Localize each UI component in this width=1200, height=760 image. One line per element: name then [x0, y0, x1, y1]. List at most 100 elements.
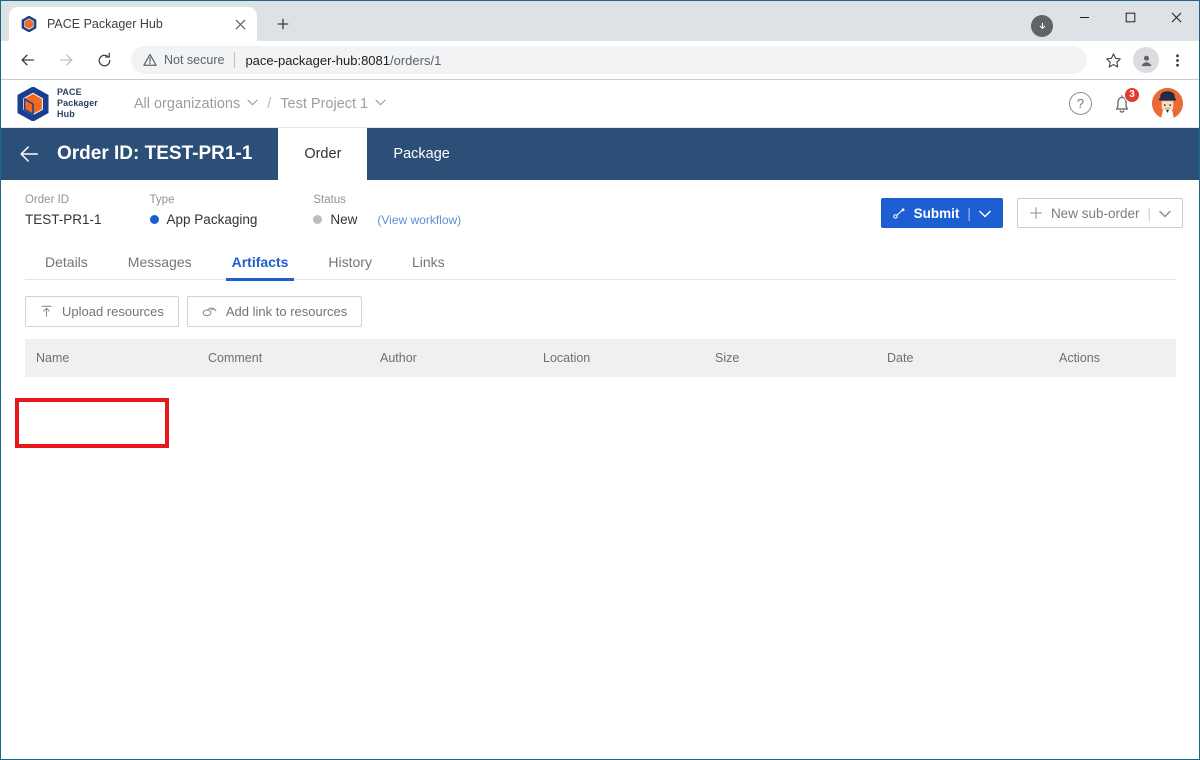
tab-package[interactable]: Package [367, 128, 475, 180]
browser-tab-title: PACE Packager Hub [47, 17, 163, 31]
chevron-down-icon[interactable] [1159, 206, 1171, 221]
tab-messages[interactable]: Messages [108, 244, 212, 280]
tab-artifacts[interactable]: Artifacts [212, 244, 309, 281]
breadcrumb: All organizations / Test Project 1 [134, 96, 386, 112]
table-header-row: Name Comment Author Location Size Date A… [25, 339, 1176, 377]
upload-arrow-icon [40, 305, 53, 318]
breadcrumb-separator: / [267, 95, 272, 112]
meta-status: Status New [313, 194, 357, 227]
add-link-to-resources-button[interactable]: Add link to resources [186, 296, 363, 327]
minimize-icon[interactable] [1061, 1, 1107, 33]
brand-wordmark: PACE Packager Hub [57, 87, 98, 120]
tab-links[interactable]: Links [392, 244, 465, 280]
browser-window: PACE Packager Hub Not secure pace-packag… [0, 0, 1200, 760]
column-header-location: Location [543, 351, 591, 365]
bell-icon[interactable]: 3 [1110, 86, 1140, 116]
new-suborder-label: New sub-order [1050, 205, 1140, 221]
tab-details[interactable]: Details [25, 244, 108, 280]
meta-type-label: Type [149, 194, 175, 206]
add-link-label: Add link to resources [225, 304, 348, 319]
notification-badge: 3 [1124, 86, 1140, 103]
app-logo[interactable]: PACE Packager Hub [17, 85, 98, 122]
browser-toolbar: Not secure pace-packager-hub:8081/orders… [1, 41, 1199, 80]
meta-status-label: Status [313, 194, 346, 206]
page-title: Order ID: TEST-PR1-1 [57, 143, 253, 164]
pace-cube-logo [17, 85, 49, 122]
three-dots-icon[interactable] [1163, 46, 1191, 74]
brand-line-3: Hub [57, 108, 75, 119]
header-actions: ? 3 [1069, 86, 1183, 119]
workflow-branch-icon [892, 207, 906, 220]
url-path: /orders/1 [390, 52, 442, 68]
meta-type-value-wrap: App Packaging [149, 212, 258, 227]
column-header-comment: Comment [208, 351, 263, 365]
breadcrumb-organization-label: All organizations [133, 95, 241, 112]
new-suborder-separator: | [1147, 205, 1151, 221]
address-bar[interactable]: Not secure pace-packager-hub:8081/orders… [131, 46, 1087, 74]
meta-type-value: App Packaging [166, 212, 258, 227]
pace-cube-icon [21, 15, 37, 33]
breadcrumb-organization[interactable]: All organizations [134, 96, 258, 112]
arrow-right-icon [51, 45, 81, 75]
chevron-down-icon [375, 98, 386, 109]
artifacts-table: Name Comment Author Location Size Date A… [25, 339, 1176, 417]
column-header-name: Name [36, 351, 70, 365]
upload-resources-button[interactable]: Upload resources [25, 296, 179, 327]
plus-icon[interactable] [269, 10, 297, 38]
submit-label: Submit [913, 205, 960, 221]
account-icon[interactable] [1133, 47, 1159, 73]
plus-icon [1029, 206, 1043, 220]
status-dot [313, 215, 323, 224]
window-close-icon[interactable] [1153, 1, 1199, 33]
meta-status-value-wrap: New [313, 212, 357, 227]
tab-history[interactable]: History [308, 244, 392, 280]
url-host: pace-packager-hub:8081 [245, 52, 391, 68]
column-header-size: Size [715, 351, 740, 365]
url-text: pace-packager-hub:8081/orders/1 [245, 53, 441, 68]
maximize-icon[interactable] [1107, 1, 1153, 33]
browser-tab[interactable]: PACE Packager Hub [9, 7, 257, 41]
arrow-left-icon[interactable] [1, 128, 57, 180]
chevron-down-icon [247, 98, 258, 109]
link-chain-icon [202, 306, 217, 318]
order-meta: Order ID TEST-PR1-1 Type App Packaging S… [1, 180, 1199, 228]
user-avatar[interactable] [1152, 88, 1183, 119]
close-icon[interactable] [231, 15, 249, 33]
brand-line-1: PACE [57, 87, 82, 98]
column-header-date: Date [887, 351, 914, 365]
order-action-buttons: Submit | New sub-order | [880, 194, 1183, 228]
view-workflow-link[interactable]: (View workflow) [377, 213, 461, 228]
meta-order-id: Order ID TEST-PR1-1 [25, 194, 102, 227]
type-status-dot [149, 215, 159, 224]
upload-resources-label: Upload resources [62, 304, 164, 319]
new-suborder-button[interactable]: New sub-order | [1016, 198, 1183, 228]
window-controls [1061, 1, 1199, 33]
reload-icon[interactable] [89, 45, 119, 75]
browser-tab-strip: PACE Packager Hub [1, 1, 1199, 41]
arrow-left-icon[interactable] [13, 45, 43, 75]
breadcrumb-project[interactable]: Test Project 1 [280, 96, 386, 112]
star-icon[interactable] [1099, 46, 1127, 74]
order-sub-tabs: Details Messages Artifacts History Links [25, 244, 1176, 281]
security-status-label: Not secure [164, 53, 225, 67]
app-viewport: PACE Packager Hub All organizations / Te… [1, 80, 1199, 759]
table-body [25, 377, 1176, 417]
download-icon[interactable] [1031, 15, 1053, 37]
meta-order-id-label: Order ID [25, 194, 70, 206]
question-mark-icon[interactable]: ? [1069, 92, 1092, 115]
app-header: PACE Packager Hub All organizations / Te… [1, 80, 1199, 128]
meta-order-id-value: TEST-PR1-1 [25, 212, 102, 227]
submit-button[interactable]: Submit | [880, 198, 1003, 228]
warning-triangle-icon [143, 53, 157, 67]
help-label: ? [1076, 96, 1085, 111]
meta-type: Type App Packaging [149, 194, 258, 227]
column-header-author: Author [380, 351, 417, 365]
breadcrumb-project-label: Test Project 1 [280, 95, 369, 112]
order-header-bar: Order ID: TEST-PR1-1 Order Package [1, 128, 1199, 180]
chevron-down-icon[interactable] [979, 206, 991, 221]
tab-order[interactable]: Order [278, 128, 368, 180]
meta-status-value: New [330, 212, 358, 227]
artifact-toolbar: Upload resources Add link to resources [25, 296, 1199, 327]
omnibox-divider [234, 52, 236, 68]
submit-separator: | [967, 205, 971, 221]
